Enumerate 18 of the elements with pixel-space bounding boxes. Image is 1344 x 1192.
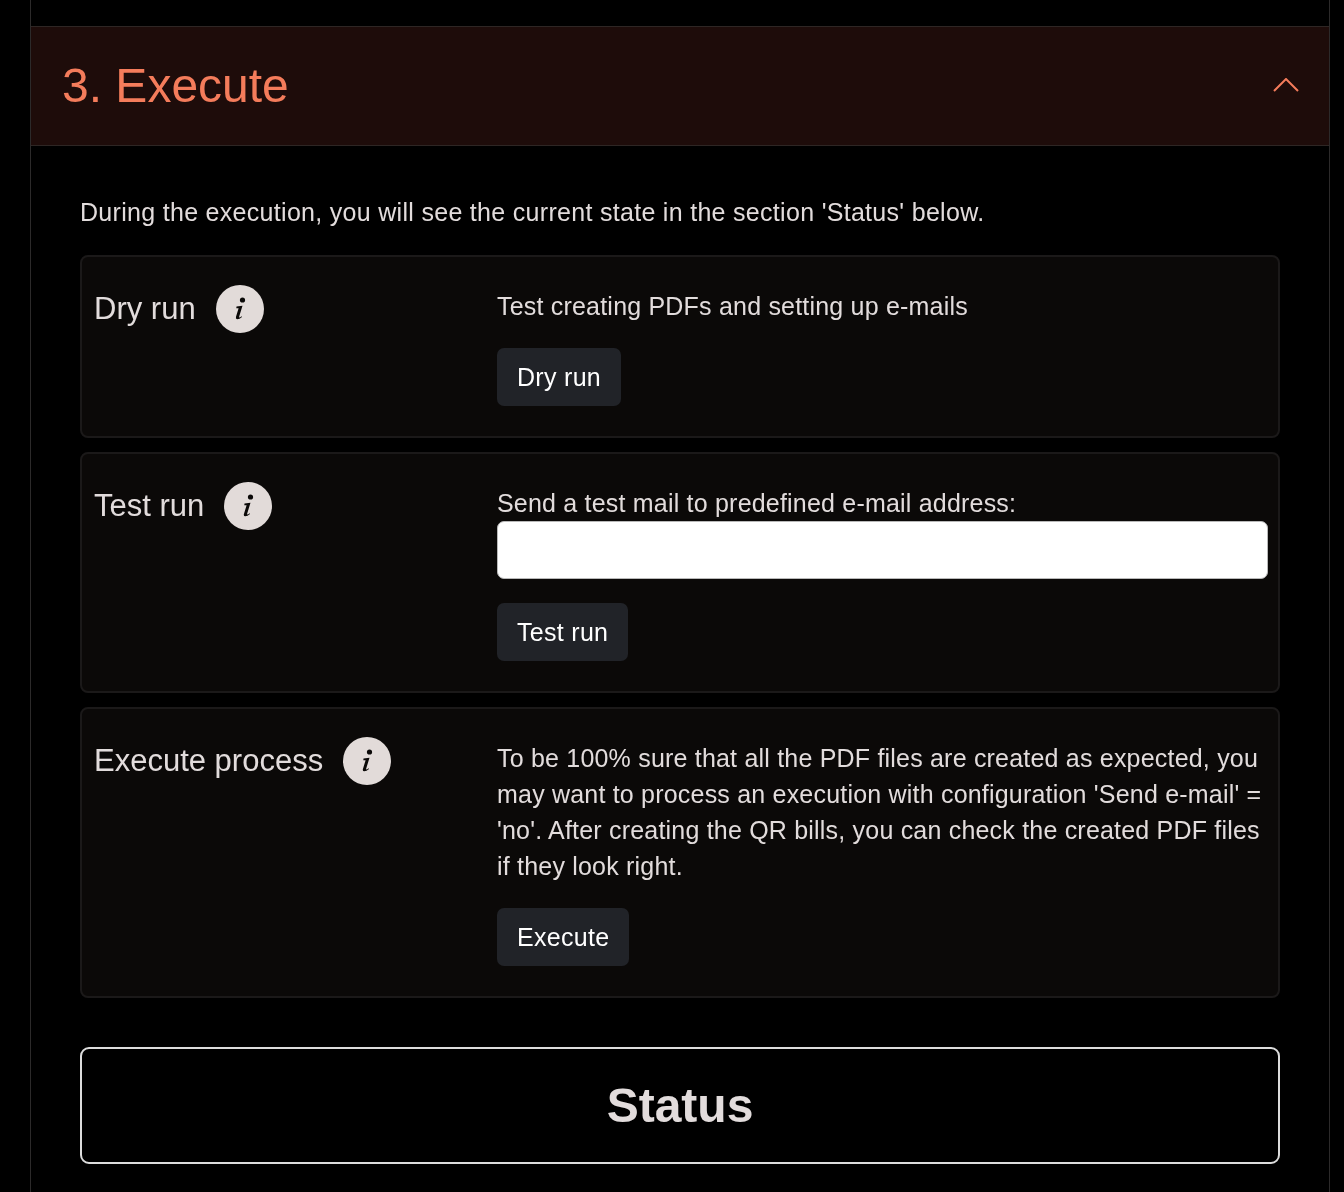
intro-text: During the execution, you will see the current state in the section 'Status' below. — [80, 197, 986, 228]
action-description: Test creating PDFs and setting up e-mails — [497, 291, 968, 322]
info-icon[interactable] — [343, 737, 392, 785]
action-button[interactable]: Dry run — [497, 348, 622, 406]
email-input-field[interactable] — [497, 521, 1268, 579]
info-icon[interactable] — [224, 482, 273, 530]
info-icon[interactable] — [215, 285, 264, 333]
action-label: Dry run — [94, 290, 196, 328]
section-header[interactable]: 3. Execute — [31, 26, 1329, 146]
action-description: To be 100% sure that all the PDF files are created as expected, you may want to process an execution with configuration 'Send e-mail' = 'no'. After creating the QR bills, you can check the created PDF files if they look right. — [497, 743, 1263, 882]
action-description: Send a test mail to predefined e-mail address: — [497, 488, 1017, 519]
chevron-up-icon[interactable] — [1273, 78, 1299, 92]
action-label: Test run — [94, 487, 205, 525]
action-button[interactable]: Test run — [497, 603, 629, 661]
section-title: 3. Execute — [62, 58, 289, 114]
status-heading: Status — [606, 1077, 754, 1134]
action-button[interactable]: Execute — [497, 908, 630, 966]
action-label: Execute process — [94, 742, 324, 780]
